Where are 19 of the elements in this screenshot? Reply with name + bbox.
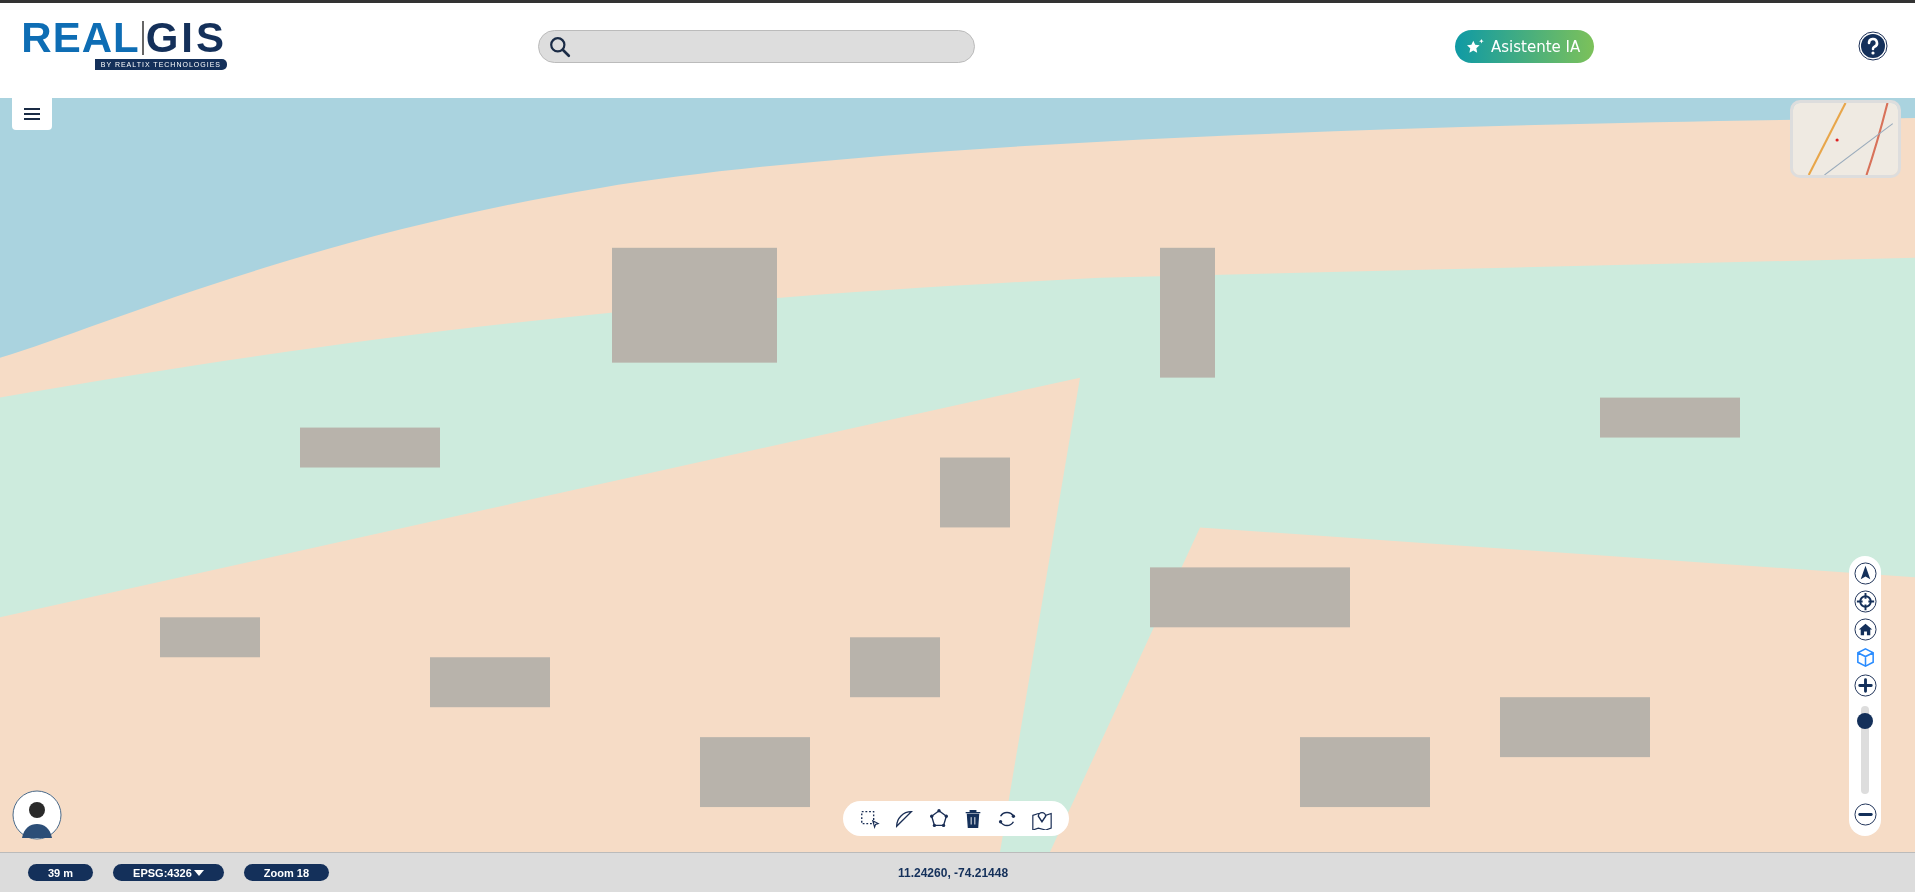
zoom-out-icon[interactable] [1853,803,1877,826]
help-icon[interactable] [1858,31,1888,61]
logo-text: GIS [145,17,227,59]
projection-dropdown[interactable]: EPSG:4326 [113,864,224,881]
search-field[interactable] [538,30,975,63]
logo-text: REAL [21,17,140,59]
home-icon[interactable] [1853,618,1877,641]
search-icon [549,35,571,58]
caret-icon [193,869,204,876]
zoom-level-label: Zoom 18 [243,864,329,881]
crosshair-icon[interactable] [1853,590,1877,613]
menu-button[interactable] [12,98,52,130]
scale-label: 39 m [28,864,94,881]
avatar-icon[interactable] [12,790,62,840]
slider-thumb[interactable] [1857,713,1873,730]
menu-icon [24,108,40,120]
polygon-icon[interactable] [927,807,950,830]
zoom-in-icon[interactable] [1853,674,1877,697]
coordinates-text: 11.24260, -74.21448 [898,865,1009,880]
